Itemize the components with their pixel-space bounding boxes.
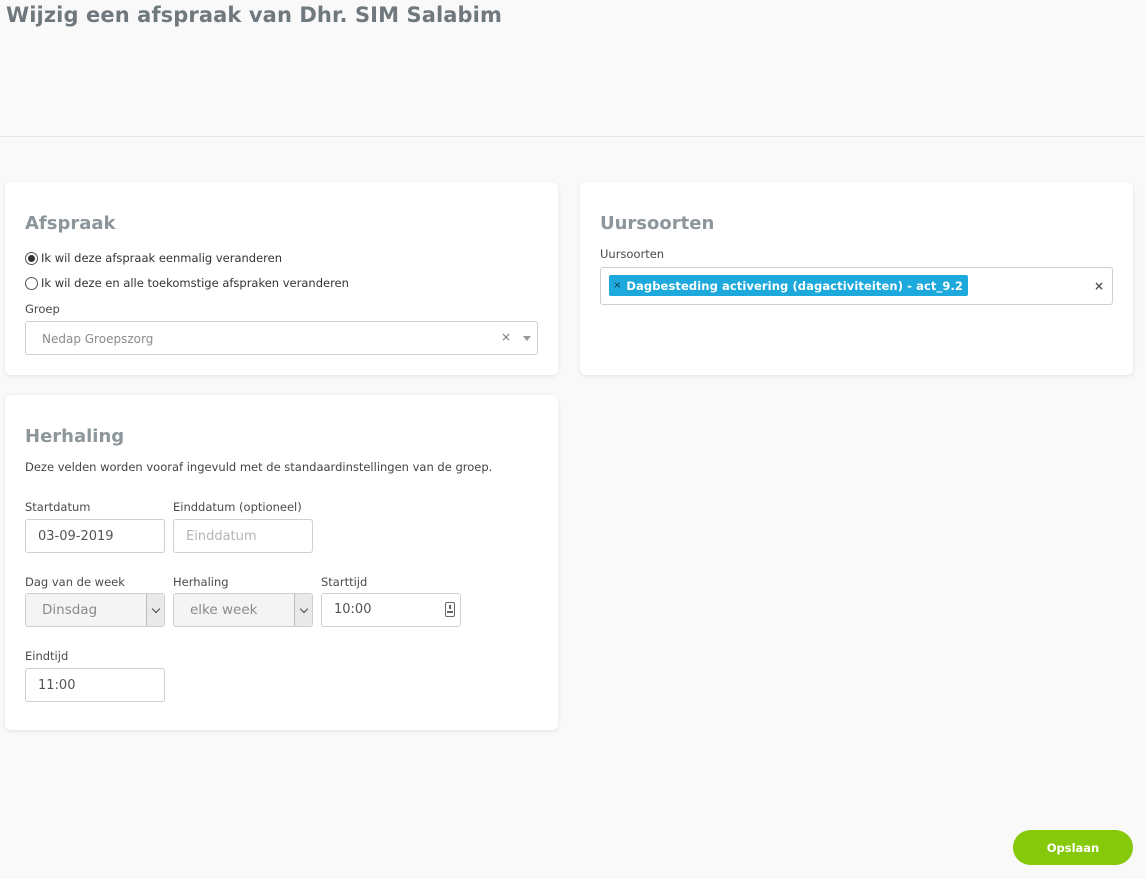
radio-eenmalig-label: Ik wil deze afspraak eenmalig veranderen [41, 251, 283, 265]
groep-select[interactable]: Nedap Groepszorg × [25, 321, 538, 355]
tag-remove-icon[interactable]: × [613, 280, 621, 291]
uursoort-tag: × Dagbesteding activering (dagactiviteit… [609, 275, 969, 296]
herhaling-select[interactable]: elke week [173, 593, 313, 627]
radio-toekomstig-icon[interactable] [25, 276, 38, 290]
startdatum-input[interactable] [25, 519, 165, 553]
eindtijd-input[interactable] [25, 668, 165, 702]
uursoorten-card: Uursoorten Uursoorten × Dagbesteding act… [580, 182, 1133, 375]
dag-label: Dag van de week [25, 575, 125, 589]
radio-toekomstig-label: Ik wil deze en alle toekomstige afsprake… [41, 276, 349, 290]
einddatum-input[interactable] [173, 519, 313, 553]
herhaling-title: Herhaling [25, 426, 125, 447]
radio-option-eenmalig[interactable]: Ik wil deze afspraak eenmalig veranderen [25, 251, 282, 265]
eindtijd-label: Eindtijd [25, 649, 69, 663]
herhaling-description: Deze velden worden vooraf ingevuld met d… [25, 460, 493, 474]
dag-select[interactable]: Dinsdag [25, 593, 165, 627]
herhaling-card: Herhaling Deze velden worden vooraf inge… [5, 395, 558, 730]
starttijd-label: Starttijd [321, 575, 368, 589]
groep-label: Groep [25, 302, 60, 316]
herhaling-dropdown-button[interactable] [294, 594, 312, 626]
dag-value: Dinsdag [42, 602, 98, 618]
afspraak-title: Afspraak [25, 213, 116, 234]
page-title: Wijzig een afspraak van Dhr. SIM Salabim [6, 3, 502, 27]
save-button[interactable]: Opslaan [1013, 830, 1133, 865]
tag-label: Dagbesteding activering (dagactiviteiten… [626, 278, 964, 293]
uursoorten-label: Uursoorten [600, 247, 665, 261]
startdatum-label: Startdatum [25, 500, 91, 514]
time-spinner-icon[interactable] [445, 602, 455, 617]
chevron-down-icon [151, 604, 160, 613]
starttijd-value: 10:00 [334, 602, 372, 617]
herhaling-value: elke week [190, 602, 258, 618]
uursoorten-title: Uursoorten [600, 213, 715, 234]
afspraak-card: Afspraak Ik wil deze afspraak eenmalig v… [5, 182, 558, 375]
chevron-down-icon[interactable] [523, 336, 531, 341]
radio-eenmalig-icon[interactable] [25, 251, 38, 265]
radio-option-toekomstig[interactable]: Ik wil deze en alle toekomstige afsprake… [25, 276, 349, 290]
header-divider [0, 136, 1145, 137]
dag-dropdown-button[interactable] [146, 594, 164, 626]
groep-clear-icon[interactable]: × [501, 330, 511, 344]
herhaling-label: Herhaling [173, 575, 229, 589]
einddatum-label: Einddatum (optioneel) [173, 500, 302, 514]
uursoorten-clear-icon[interactable]: × [1094, 279, 1104, 293]
chevron-down-icon [299, 604, 308, 613]
starttijd-input[interactable]: 10:00 [321, 593, 461, 627]
groep-value: Nedap Groepszorg [42, 332, 154, 346]
uursoorten-multiselect[interactable]: × Dagbesteding activering (dagactiviteit… [600, 267, 1113, 305]
